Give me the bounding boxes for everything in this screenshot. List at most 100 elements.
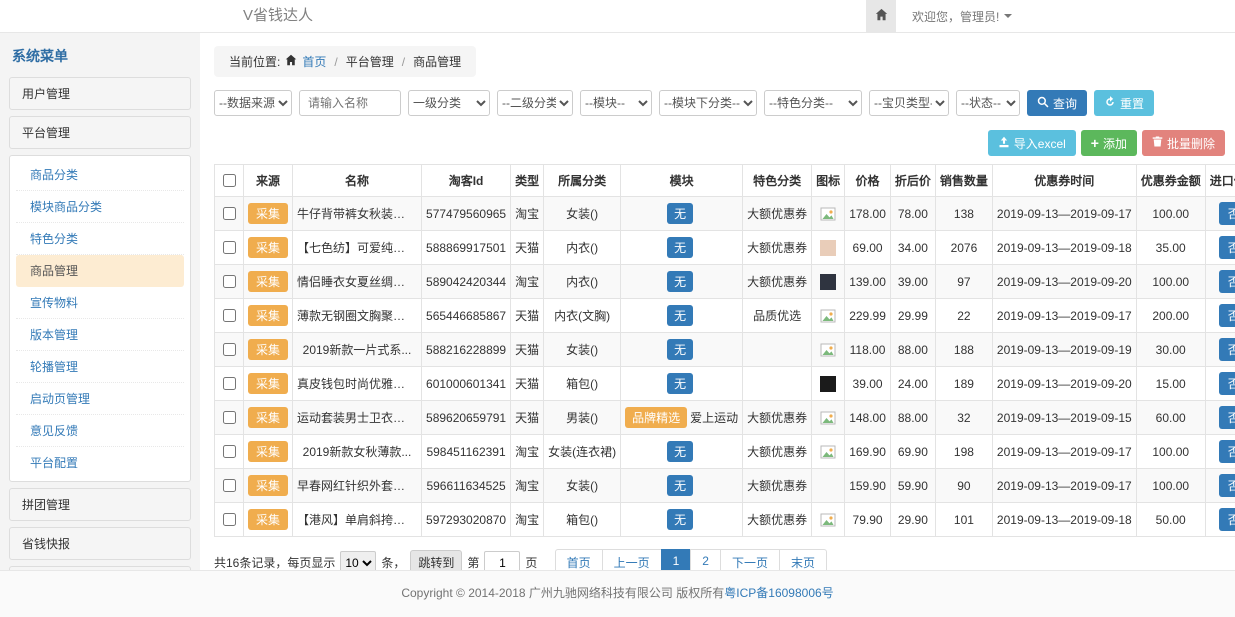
chevron-down-icon — [1004, 14, 1012, 18]
sidebar-section[interactable]: 省钱快报 — [9, 527, 191, 560]
filter-status-select[interactable]: --状态-- — [956, 90, 1020, 116]
sidebar-submenu-item[interactable]: 特色分类 — [16, 223, 184, 255]
product-thumbnail — [820, 512, 836, 528]
product-category: 男装() — [544, 401, 621, 435]
import-select-toggle[interactable]: 否 — [1219, 338, 1235, 361]
sales-count: 22 — [935, 299, 992, 333]
sidebar-section[interactable]: 消息管理 — [9, 566, 191, 570]
taoke-id: 589620659791 — [422, 401, 511, 435]
import-select-toggle[interactable]: 否 — [1219, 440, 1235, 463]
column-header: 优惠券时间 — [992, 165, 1136, 197]
user-menu[interactable]: 欢迎您，管理员! — [912, 8, 1012, 25]
per-page-select[interactable]: 10 — [340, 551, 376, 571]
sidebar-section[interactable]: 用户管理 — [9, 77, 191, 110]
module-badge[interactable]: 无 — [667, 509, 693, 530]
module-badge[interactable]: 品牌精选 — [625, 407, 687, 428]
feature-category — [743, 333, 812, 367]
filter-category1-select[interactable]: 一级分类 — [408, 90, 490, 116]
batch-delete-button[interactable]: 批量删除 — [1142, 130, 1225, 156]
coupon-time: 2019-09-13—2019-09-17 — [992, 299, 1136, 333]
filter-item-type-select[interactable]: --宝贝类型-- — [869, 90, 949, 116]
filter-module-select[interactable]: --模块-- — [580, 90, 652, 116]
coupon-amount: 30.00 — [1136, 333, 1205, 367]
row-checkbox[interactable] — [223, 275, 236, 288]
row-checkbox[interactable] — [223, 343, 236, 356]
table-row: 采集 【港风】单肩斜挎链条... 597293020870 淘宝 箱包() 无 … — [215, 503, 1235, 537]
filter-data-source-select[interactable]: --数据来源-- — [214, 90, 292, 116]
row-checkbox[interactable] — [223, 411, 236, 424]
product-name: 牛仔背带裤女秋装减龄... — [297, 205, 417, 222]
page-number-input[interactable] — [484, 551, 520, 571]
module-badge[interactable]: 无 — [667, 237, 693, 258]
module-badge[interactable]: 无 — [667, 339, 693, 360]
row-checkbox[interactable] — [223, 479, 236, 492]
sidebar-submenu-item[interactable]: 启动页管理 — [16, 383, 184, 415]
import-select-toggle[interactable]: 否 — [1219, 406, 1235, 429]
product-thumbnail — [820, 274, 836, 290]
sidebar-submenu-item[interactable]: 宣传物料 — [16, 287, 184, 319]
pager-page-1[interactable]: 1 — [661, 549, 692, 570]
coupon-time: 2019-09-13—2019-09-17 — [992, 469, 1136, 503]
module-badge[interactable]: 无 — [667, 441, 693, 462]
module-badge[interactable]: 无 — [667, 305, 693, 326]
import-select-toggle[interactable]: 否 — [1219, 372, 1235, 395]
row-checkbox[interactable] — [223, 377, 236, 390]
reset-button[interactable]: 重置 — [1094, 90, 1154, 116]
filter-name-input[interactable] — [299, 90, 401, 116]
sidebar-submenu-item[interactable]: 意见反馈 — [16, 415, 184, 447]
row-checkbox[interactable] — [223, 241, 236, 254]
import-select-toggle[interactable]: 否 — [1219, 508, 1235, 531]
filter-feature-select[interactable]: --特色分类-- — [764, 90, 862, 116]
sidebar-section[interactable]: 平台管理 — [9, 116, 191, 149]
row-checkbox[interactable] — [223, 513, 236, 526]
jump-button[interactable]: 跳转到 — [410, 550, 462, 570]
product-category: 女装() — [544, 197, 621, 231]
sidebar-submenu-item[interactable]: 商品分类 — [16, 159, 184, 191]
top-navbar: V省钱达人 欢迎您，管理员! — [0, 0, 1235, 33]
import-select-toggle[interactable]: 否 — [1219, 270, 1235, 293]
coupon-time: 2019-09-13—2019-09-15 — [992, 401, 1136, 435]
import-select-toggle[interactable]: 否 — [1219, 304, 1235, 327]
import-select-toggle[interactable]: 否 — [1219, 202, 1235, 225]
add-button[interactable]: + 添加 — [1081, 130, 1137, 156]
product-name: 情侣睡衣女夏丝绸男士... — [297, 273, 417, 290]
sidebar-submenu-item[interactable]: 平台配置 — [16, 447, 184, 478]
price: 229.99 — [845, 299, 891, 333]
module-badge[interactable]: 无 — [667, 203, 693, 224]
table-row: 采集 2019新款女秋薄款... 598451162391 淘宝 女装(连衣裙)… — [215, 435, 1235, 469]
row-checkbox[interactable] — [223, 207, 236, 220]
row-checkbox[interactable] — [223, 309, 236, 322]
sidebar-submenu-item[interactable]: 版本管理 — [16, 319, 184, 351]
coupon-amount: 200.00 — [1136, 299, 1205, 333]
pager-last[interactable]: 末页 — [779, 549, 827, 570]
filter-module-sub-select[interactable]: --模块下分类-- — [659, 90, 757, 116]
pager-prev[interactable]: 上一页 — [602, 549, 662, 570]
module-badge[interactable]: 无 — [667, 475, 693, 496]
upload-icon — [998, 136, 1010, 151]
pager-first[interactable]: 首页 — [555, 549, 603, 570]
trash-icon — [1152, 136, 1163, 150]
pager-next[interactable]: 下一页 — [720, 549, 780, 570]
import-select-toggle[interactable]: 否 — [1219, 236, 1235, 259]
sidebar-submenu-item[interactable]: 模块商品分类 — [16, 191, 184, 223]
sidebar-submenu-item[interactable]: 商品管理 — [16, 255, 184, 287]
coupon-amount: 15.00 — [1136, 367, 1205, 401]
breadcrumb-home-link[interactable]: 首页 — [302, 53, 326, 70]
row-checkbox[interactable] — [223, 445, 236, 458]
module-badge[interactable]: 无 — [667, 373, 693, 394]
import-excel-button[interactable]: 导入excel — [988, 130, 1076, 156]
search-button[interactable]: 查询 — [1027, 90, 1087, 116]
home-button[interactable] — [866, 0, 896, 32]
feature-category: 大额优惠券 — [743, 503, 812, 537]
icp-link[interactable]: 粤ICP备16098006号 — [724, 586, 833, 600]
sidebar-section[interactable]: 拼团管理 — [9, 488, 191, 521]
column-header: 模块 — [621, 165, 743, 197]
select-all-checkbox[interactable] — [223, 174, 236, 187]
column-header: 价格 — [845, 165, 891, 197]
sidebar-submenu-item[interactable]: 轮播管理 — [16, 351, 184, 383]
pager-page-2[interactable]: 2 — [690, 549, 721, 570]
filter-category2-select[interactable]: --二级分类-- — [497, 90, 573, 116]
price: 139.00 — [845, 265, 891, 299]
import-select-toggle[interactable]: 否 — [1219, 474, 1235, 497]
module-badge[interactable]: 无 — [667, 271, 693, 292]
